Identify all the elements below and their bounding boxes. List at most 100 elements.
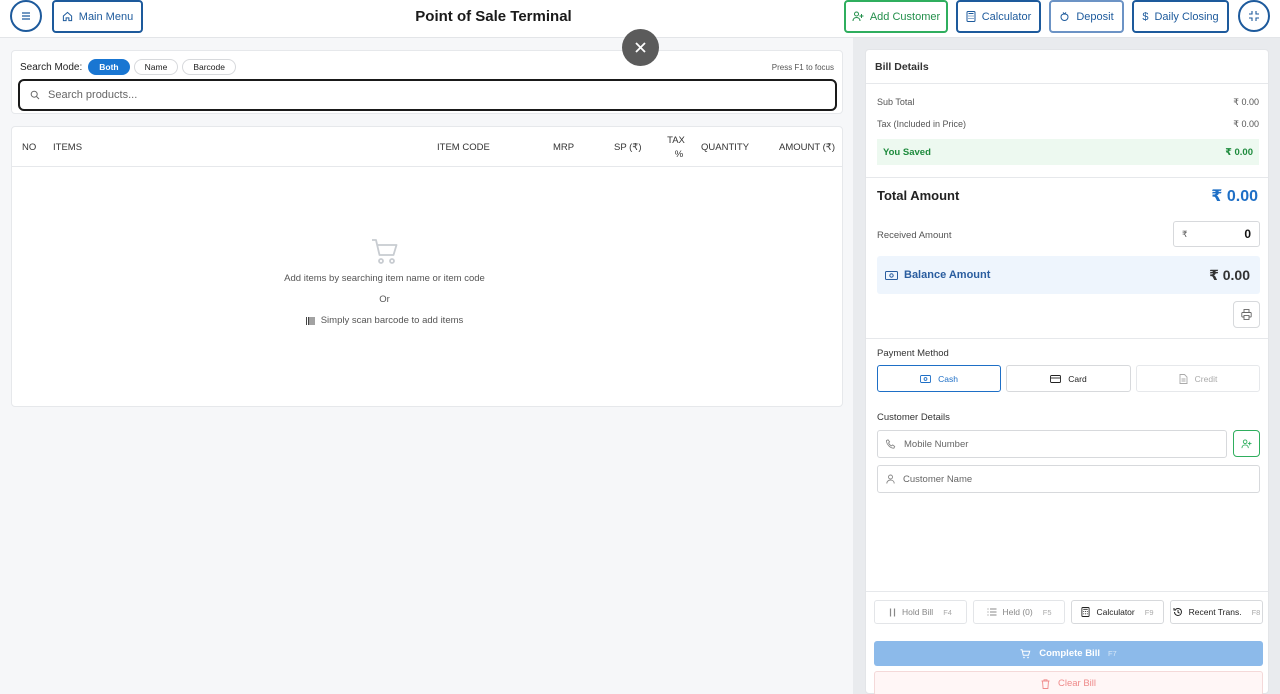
search-mode-row: Search Mode: Both Name Barcode [20, 59, 236, 75]
complete-bill-shortcut: F7 [1107, 649, 1117, 658]
calculator-icon [966, 11, 976, 22]
mobile-number-input[interactable] [904, 438, 1204, 450]
deposit-icon [1059, 11, 1070, 22]
col-sp: SP (₹) [614, 142, 642, 153]
deposit-button[interactable]: Deposit [1049, 0, 1124, 33]
col-tax-percent: % [674, 149, 684, 160]
customer-name-input[interactable] [903, 473, 1203, 485]
bill-panel: Bill Details Sub Total ₹ 0.00 Tax (Inclu… [853, 38, 1280, 694]
col-tax-label: TAX [667, 135, 685, 146]
held-bills-label: Held (0) [1002, 607, 1033, 617]
bill-details-card: Bill Details Sub Total ₹ 0.00 Tax (Inclu… [865, 49, 1269, 694]
divider [866, 177, 1268, 178]
search-mode-name[interactable]: Name [133, 59, 179, 75]
col-quantity: QUANTITY [701, 142, 750, 153]
you-saved-row: You Saved ₹ 0.00 [877, 139, 1259, 165]
payment-cash-button[interactable]: Cash [877, 365, 1001, 392]
divider [866, 83, 1268, 84]
shopping-cart-icon [370, 237, 400, 267]
calculator-shortcut: F9 [1144, 607, 1154, 617]
sub-total-label: Sub Total [877, 97, 915, 107]
close-icon [634, 41, 647, 54]
add-customer-inline-button[interactable] [1233, 430, 1260, 457]
held-bills-shortcut: F5 [1042, 607, 1052, 617]
user-icon [886, 474, 895, 484]
clear-bill-label: Clear Bill [1057, 678, 1096, 689]
tax-label: Tax (Included in Price) [877, 119, 967, 129]
held-bills-button[interactable]: Held (0) F5 [973, 600, 1065, 624]
search-input[interactable] [48, 89, 788, 101]
payment-credit-button[interactable]: Credit [1136, 365, 1260, 392]
dollar-icon: $ [1142, 10, 1149, 23]
hold-bill-label: Hold Bill [902, 607, 934, 617]
divider [866, 338, 1268, 339]
phone-icon [886, 439, 896, 449]
recent-transactions-button[interactable]: Recent Trans. F8 [1170, 600, 1263, 624]
cash-note-icon [885, 270, 898, 280]
recent-transactions-label: Recent Trans. [1188, 607, 1242, 617]
search-mode-both[interactable]: Both [88, 59, 130, 75]
print-button[interactable] [1233, 301, 1260, 328]
close-overlay-button[interactable] [622, 29, 659, 66]
bill-details-title: Bill Details [875, 61, 929, 73]
col-mrp: MRP [553, 142, 575, 153]
payment-cash-label: Cash [938, 373, 958, 384]
recent-transactions-shortcut: F8 [1251, 607, 1261, 617]
complete-bill-button[interactable]: Complete Bill F7 [874, 641, 1263, 666]
hold-bill-button[interactable]: Hold Bill F4 [874, 600, 967, 624]
calculator-icon [1081, 607, 1091, 617]
customer-details-label: Customer Details [877, 412, 950, 423]
sub-total-row: Sub Total ₹ 0.00 [877, 97, 1259, 108]
payment-method-label: Payment Method [877, 348, 949, 359]
col-amount: AMOUNT (₹) [779, 142, 836, 153]
add-customer-button[interactable]: Add Customer [844, 0, 948, 33]
list-icon [987, 608, 997, 616]
items-table: NO ITEMS ITEM CODE MRP SP (₹) TAX % QUAN… [11, 126, 843, 407]
calculator-header-label: Calculator [981, 10, 1032, 23]
search-box [18, 79, 837, 111]
received-amount-input[interactable]: ₹ 0 [1173, 221, 1260, 247]
empty-cart-message: Add items by searching item name or item… [12, 237, 757, 326]
tax-row: Tax (Included in Price) ₹ 0.00 [877, 119, 1259, 130]
barcode-icon [305, 316, 315, 325]
calculator-label: Calculator [1096, 607, 1135, 617]
mobile-number-field [877, 430, 1227, 458]
col-items: ITEMS [53, 142, 83, 153]
credit-card-icon [1050, 374, 1062, 383]
search-focus-hint: Press F1 to focus [771, 63, 834, 72]
pause-icon [889, 608, 896, 617]
received-amount-value: 0 [1244, 227, 1251, 241]
empty-message-or: Or [379, 294, 390, 305]
product-search-panel: Search Mode: Both Name Barcode Press F1 … [11, 50, 843, 114]
user-plus-icon [1241, 438, 1252, 449]
trash-icon [1041, 678, 1050, 689]
col-tax: TAX % [664, 134, 688, 162]
table-header: NO ITEMS ITEM CODE MRP SP (₹) TAX % QUAN… [12, 127, 842, 167]
rupee-symbol: ₹ [1182, 228, 1188, 239]
empty-message-line2: Simply scan barcode to add items [320, 315, 464, 326]
tax-value: ₹ 0.00 [1233, 119, 1259, 129]
add-customer-label: Add Customer [869, 10, 941, 23]
received-amount-label: Received Amount [877, 230, 952, 241]
payment-card-button[interactable]: Card [1006, 365, 1131, 392]
user-plus-icon [852, 11, 864, 22]
history-icon [1173, 607, 1183, 617]
payment-card-label: Card [1068, 373, 1087, 384]
customer-name-field [877, 465, 1260, 493]
search-mode-barcode[interactable]: Barcode [182, 59, 236, 75]
calculator-button[interactable]: Calculator F9 [1071, 600, 1164, 624]
printer-icon [1241, 309, 1252, 320]
balance-amount-value: ₹ 0.00 [1209, 266, 1250, 283]
divider [866, 591, 1268, 592]
calculator-header-button[interactable]: Calculator [956, 0, 1041, 33]
page-title: Point of Sale Terminal [415, 8, 572, 25]
daily-closing-label: Daily Closing [1154, 10, 1219, 23]
cart-icon [1020, 648, 1031, 659]
deposit-label: Deposit [1076, 10, 1114, 23]
daily-closing-button[interactable]: $ Daily Closing [1132, 0, 1229, 33]
fullscreen-toggle-button[interactable] [1238, 0, 1270, 32]
clear-bill-button[interactable]: Clear Bill [874, 671, 1263, 694]
search-mode-label: Search Mode: [20, 61, 83, 73]
scan-hint: Simply scan barcode to add items [12, 315, 757, 326]
col-item-code: ITEM CODE [437, 142, 490, 153]
